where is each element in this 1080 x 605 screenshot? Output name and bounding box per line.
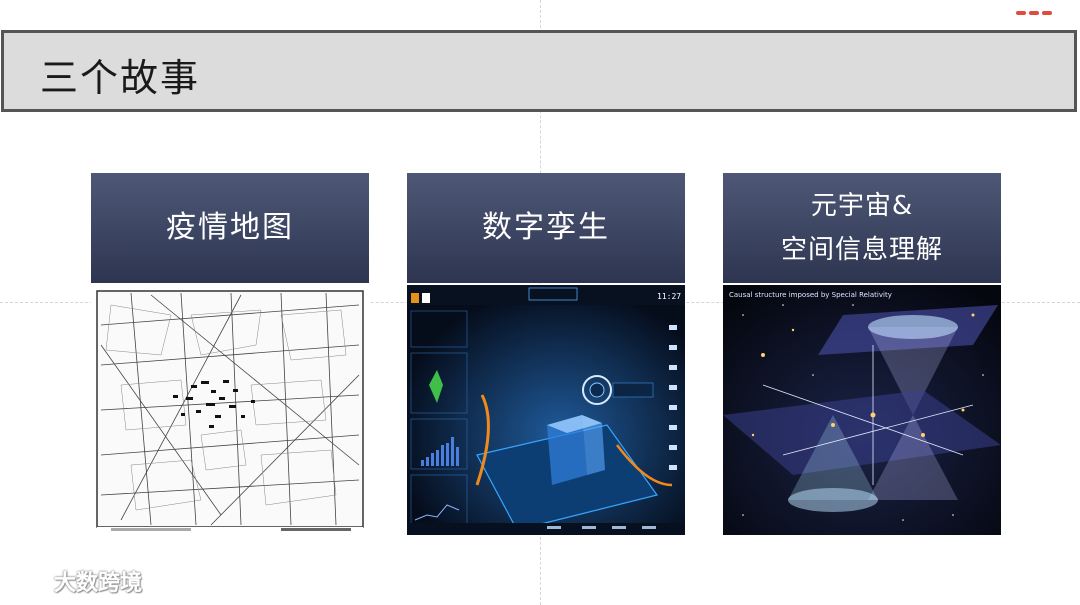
- card-digital-twin[interactable]: 数字孪生 11:27: [407, 173, 685, 535]
- card-title-line2: 空间信息理解: [780, 235, 943, 265]
- digital-twin-dashboard-image: 11:27: [407, 285, 685, 535]
- card-title: 数字孪生: [482, 210, 610, 245]
- card-title: 疫情地图: [166, 210, 294, 245]
- cholera-map-image: [91, 285, 369, 535]
- slide-title: 三个故事: [40, 56, 201, 100]
- card-title-line1: 元宇宙&: [810, 191, 914, 221]
- light-cone-diagram-image: Causal structure imposed by Special Rela…: [723, 285, 1001, 535]
- card-header: 疫情地图: [91, 173, 369, 283]
- card-metaverse[interactable]: 元宇宙& 空间信息理解 Causal structure imposed by …: [723, 173, 1001, 535]
- card-header: 元宇宙& 空间信息理解: [723, 173, 1001, 283]
- title-bar: 三个故事: [1, 30, 1077, 112]
- slide-marker: [1016, 0, 1062, 15]
- brand-logo-icon: [8, 572, 47, 589]
- watermark: 大数跨境: [8, 565, 142, 597]
- watermark-text: 大数跨境: [54, 571, 143, 596]
- diagram-caption: Causal structure imposed by Special Rela…: [729, 291, 892, 299]
- card-header: 数字孪生: [407, 173, 685, 283]
- dashboard-clock: 11:27: [657, 292, 681, 301]
- card-epidemic-map[interactable]: 疫情地图: [91, 173, 369, 535]
